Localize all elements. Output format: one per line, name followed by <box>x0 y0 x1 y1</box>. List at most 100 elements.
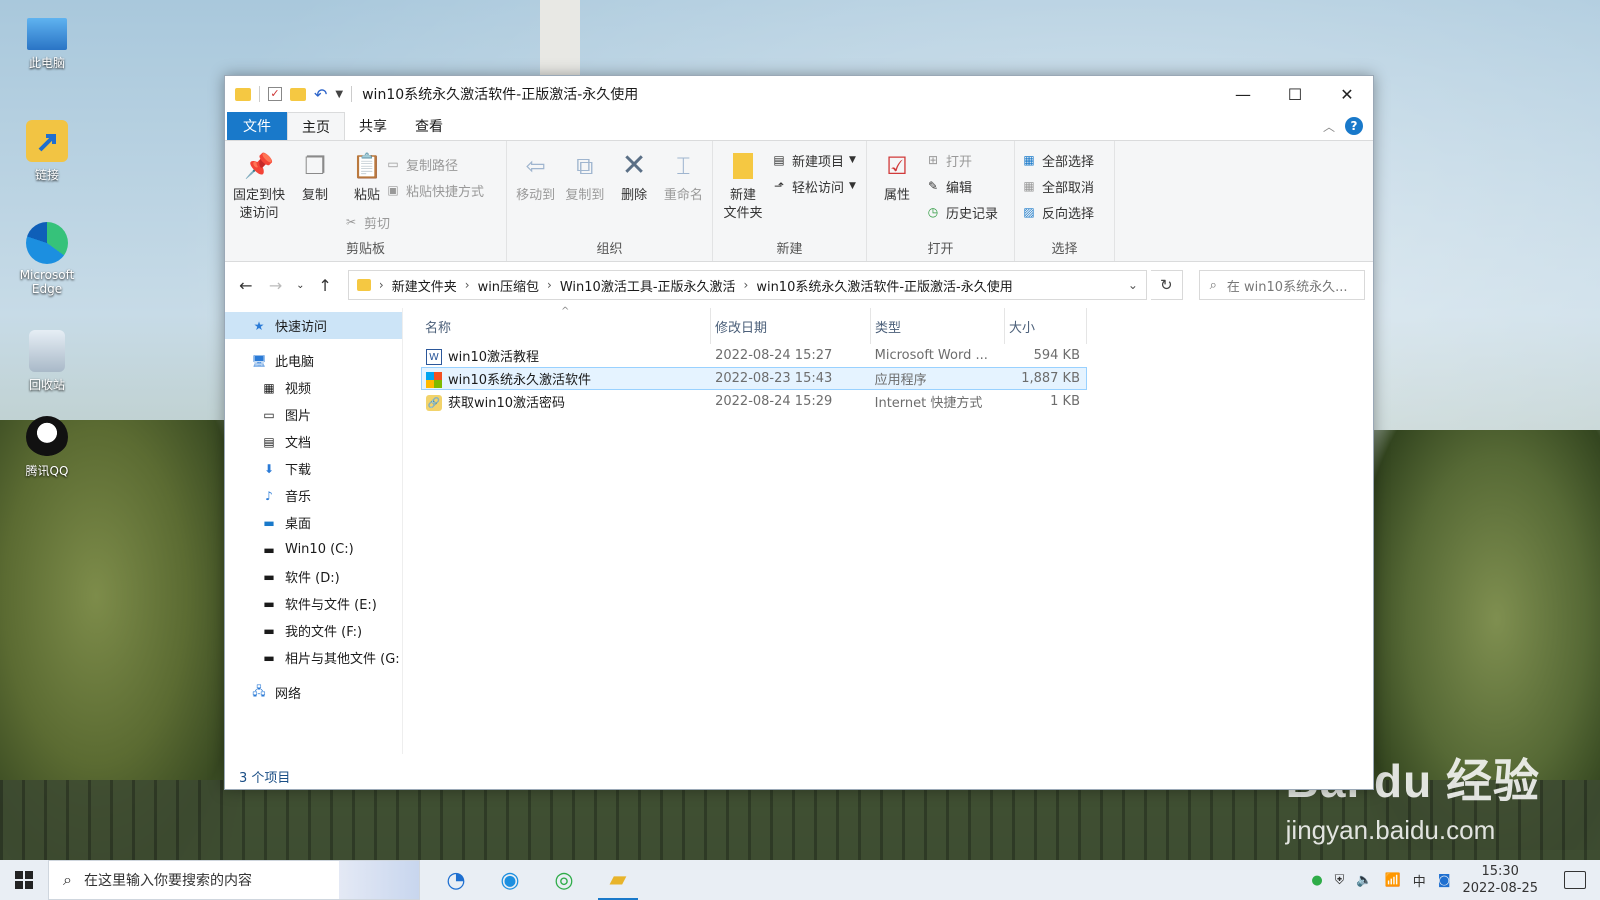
watermark-url: jingyan.baidu.com <box>1285 815 1496 845</box>
nav-item-desktop[interactable]: ▬ 桌面 <box>225 509 402 536</box>
taskbar-app-360-browser-icon[interactable]: ◎ <box>544 860 584 900</box>
invert-selection-button[interactable]: ▨ 反向选择 <box>1021 201 1094 223</box>
nav-item-music[interactable]: ♪ 音乐 <box>225 482 402 509</box>
copy-icon: ❐ <box>304 152 326 180</box>
wechat-tray-icon[interactable]: ● <box>1311 873 1322 888</box>
up-arrow-icon[interactable]: ↑ <box>312 272 338 298</box>
nav-item-drive-g[interactable]: ▬ 相片与其他文件 (G: <box>225 644 402 671</box>
clock[interactable]: 15:30 2022-08-25 <box>1462 863 1538 897</box>
desktop-icon: ▬ <box>263 515 275 530</box>
network-signal-icon[interactable]: 📶 <box>1385 873 1401 888</box>
select-all-button[interactable]: ▦ 全部选择 <box>1021 149 1094 171</box>
button-label: 打开 <box>946 154 973 170</box>
taskbar-search-input[interactable]: ⌕ 在这里输入你要搜索的内容 <box>48 860 420 900</box>
edit-button[interactable]: ✎ 编辑 <box>925 175 998 197</box>
open-button[interactable]: ⊞ 打开 <box>925 149 998 171</box>
properties-quick-icon[interactable]: ✓ <box>268 87 282 101</box>
new-folder-quick-icon[interactable] <box>290 87 306 101</box>
open-icon: ⊞ <box>927 153 939 167</box>
nav-item-drive-c[interactable]: ▬ Win10 (C:) <box>225 536 402 563</box>
file-row[interactable]: win10系统永久激活软件 2022-08-23 15:43 应用程序 1,88… <box>421 367 1087 390</box>
column-header-type[interactable]: 类型 <box>871 308 1005 344</box>
close-button[interactable]: ✕ <box>1321 76 1373 112</box>
desktop-icon-link[interactable]: 链接 <box>14 120 80 183</box>
chevron-right-icon: › <box>743 278 749 292</box>
dropdown-arrow-icon: ▼ <box>849 181 856 191</box>
notification-center-icon[interactable] <box>1564 871 1586 889</box>
chevron-right-icon: › <box>464 278 470 292</box>
collapse-ribbon-chevron-icon[interactable]: ︿ <box>1323 118 1335 135</box>
title-bar[interactable]: ✓ ↶ ▼ win10系统永久激活软件-正版激活-永久使用 — ☐ ✕ <box>225 76 1373 112</box>
history-button[interactable]: ◷ 历史记录 <box>925 201 998 223</box>
file-row[interactable]: 🔗 获取win10激活密码 2022-08-24 15:29 Internet 快… <box>421 390 1087 413</box>
breadcrumb-item[interactable]: win压缩包 <box>478 276 539 295</box>
file-type: Internet 快捷方式 <box>874 396 983 411</box>
chevron-right-icon: › <box>547 278 552 292</box>
taskbar-app-file-explorer-icon[interactable]: ▰ <box>598 860 638 900</box>
tab-share[interactable]: 共享 <box>345 112 401 140</box>
nav-item-drive-d[interactable]: ▬ 软件 (D:) <box>225 563 402 590</box>
column-header-date[interactable]: 修改日期 <box>711 308 871 344</box>
select-none-button[interactable]: ▦ 全部取消 <box>1021 175 1094 197</box>
desktop-icon-edge[interactable]: Microsoft Edge <box>14 222 80 296</box>
back-arrow-icon[interactable]: ← <box>233 272 259 298</box>
group-label: 选择 <box>1051 242 1078 257</box>
button-label: 属性 <box>883 188 910 203</box>
button-label: 速访问 <box>239 206 279 221</box>
recent-locations-chevron-icon[interactable]: ⌄ <box>292 272 308 298</box>
nav-item-this-pc[interactable]: 🖥 此电脑 <box>225 347 402 374</box>
minimize-button[interactable]: — <box>1217 76 1269 112</box>
nav-item-quick-access[interactable]: ★ 快速访问 <box>225 312 402 339</box>
easy-access-button[interactable]: ⬏ 轻松访问 ▼ <box>771 175 856 197</box>
volume-icon[interactable]: 🔈 <box>1356 873 1372 888</box>
breadcrumb-item[interactable]: win10系统永久激活软件-正版激活-永久使用 <box>756 276 1012 295</box>
start-button[interactable] <box>0 860 48 900</box>
nav-label: 我的文件 (F:) <box>285 625 363 640</box>
security-shield-icon[interactable]: ⛨ <box>1335 873 1345 888</box>
nav-item-documents[interactable]: ▤ 文档 <box>225 428 402 455</box>
input-method-icon[interactable]: 中 <box>1413 871 1426 890</box>
undo-icon[interactable]: ↶ <box>314 85 327 104</box>
tab-view[interactable]: 查看 <box>401 112 457 140</box>
taskbar-app-browser-icon[interactable]: ◔ <box>436 860 476 900</box>
breadcrumb-item[interactable]: Win10激活工具-正版永久激活 <box>560 276 736 295</box>
folder-icon <box>356 279 371 291</box>
button-label: 粘贴快捷方式 <box>406 184 485 200</box>
maximize-button[interactable]: ☐ <box>1269 76 1321 112</box>
nav-item-network[interactable]: 🖧 网络 <box>225 679 402 706</box>
search-input[interactable]: ⌕ 在 win10系统永久... <box>1198 270 1365 300</box>
help-icon[interactable]: ? <box>1345 117 1363 135</box>
breadcrumb-item[interactable]: 新建文件夹 <box>392 276 457 295</box>
column-headers: ^ 名称 修改日期 类型 大小 <box>421 306 1373 344</box>
assistant-tray-icon[interactable]: ◙ <box>1438 873 1451 888</box>
nav-item-downloads[interactable]: ⬇ 下载 <box>225 455 402 482</box>
copy-path-button[interactable]: ▭ 复制路径 <box>385 153 484 175</box>
drive-icon: ▬ <box>263 596 275 611</box>
column-header-size[interactable]: 大小 <box>1005 308 1087 344</box>
desktop-icon-qq[interactable]: 腾讯QQ <box>14 416 80 479</box>
search-placeholder: 在 win10系统永久... <box>1226 279 1348 295</box>
desktop-icon-this-pc[interactable]: 此电脑 <box>14 18 80 71</box>
refresh-icon[interactable]: ↻ <box>1150 270 1183 300</box>
forward-arrow-icon[interactable]: → <box>263 272 289 298</box>
address-history-chevron-icon[interactable]: ⌄ <box>1128 278 1138 292</box>
quick-access-toolbar: ✓ ↶ ▼ <box>235 85 353 104</box>
cut-button[interactable]: ✂ 剪切 <box>343 211 390 233</box>
desktop-icon-recycle-bin[interactable]: 回收站 <box>14 330 80 393</box>
copy-to-icon: ⧉ <box>576 152 594 180</box>
button-label: 移动到 <box>516 188 556 203</box>
address-bar[interactable]: › 新建文件夹 › win压缩包 › Win10激活工具-正版永久激活 › wi… <box>347 270 1147 300</box>
new-item-button[interactable]: ▤ 新建项目 ▼ <box>771 149 856 171</box>
customize-toolbar-chevron-icon[interactable]: ▼ <box>335 89 343 100</box>
tab-home[interactable]: 主页 <box>287 112 345 140</box>
file-row[interactable]: Wwin10激活教程 2022-08-24 15:27 Microsoft Wo… <box>421 344 1087 367</box>
taskbar-app-edge-icon[interactable]: ◉ <box>490 860 530 900</box>
nav-item-drive-f[interactable]: ▬ 我的文件 (F:) <box>225 617 402 644</box>
nav-item-videos[interactable]: ▦ 视频 <box>225 374 402 401</box>
tab-file[interactable]: 文件 <box>227 112 287 140</box>
paste-shortcut-button[interactable]: ▣ 粘贴快捷方式 <box>385 179 484 201</box>
nav-item-drive-e[interactable]: ▬ 软件与文件 (E:) <box>225 590 402 617</box>
ribbon-group-open: ☑ 属性 ⊞ 打开 ✎ 编辑 ◷ 历史记录 打开 <box>867 141 1015 261</box>
desktop-icon-label: 回收站 <box>28 378 65 392</box>
nav-item-pictures[interactable]: ▭ 图片 <box>225 401 402 428</box>
